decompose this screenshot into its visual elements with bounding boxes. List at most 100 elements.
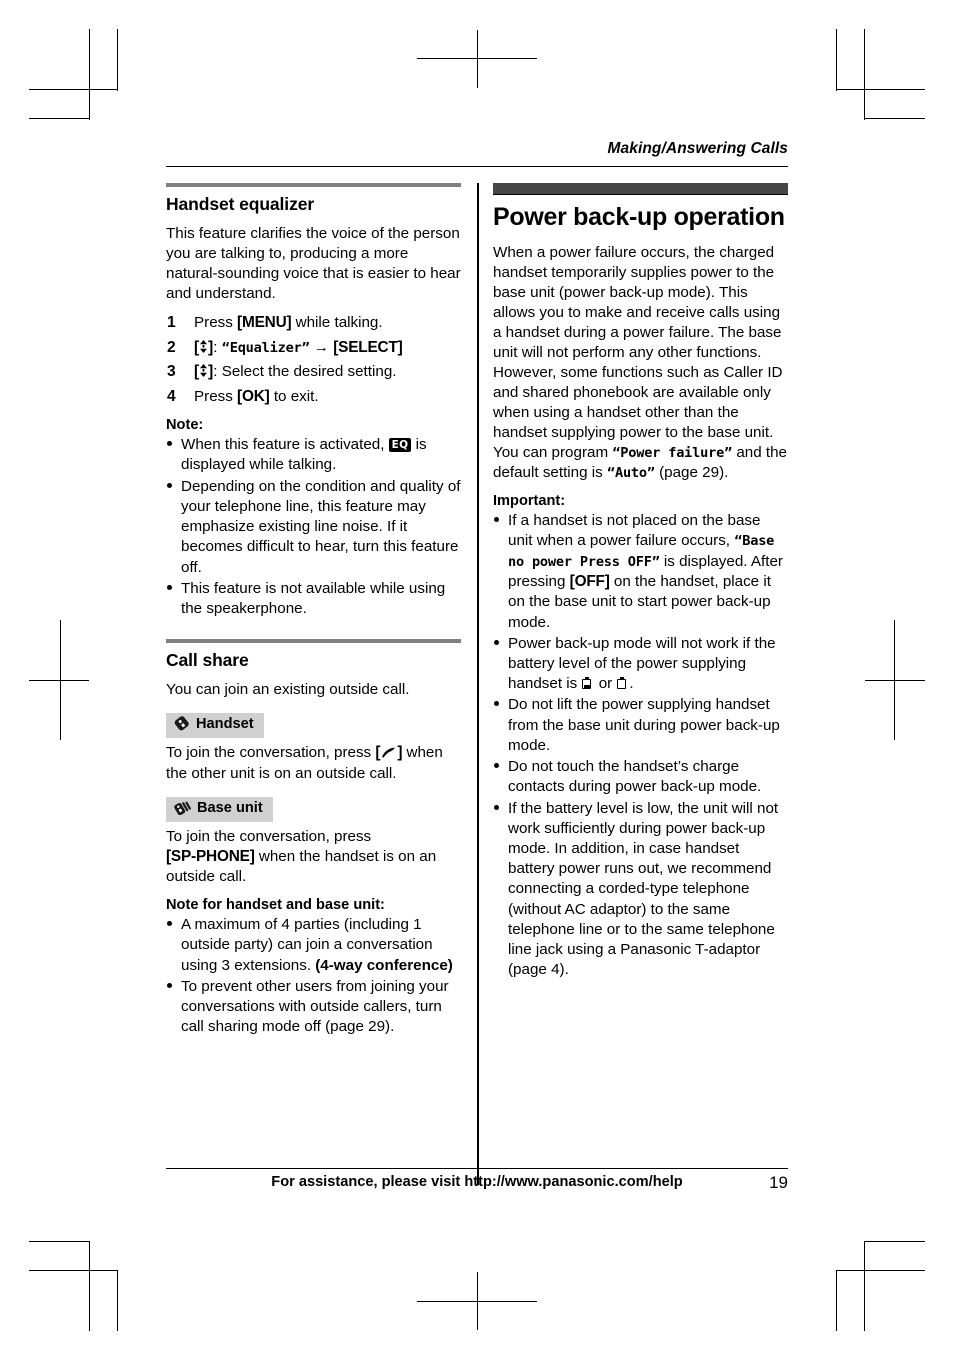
note-text-bold: (4-way conference) — [315, 956, 453, 974]
page-number: 19 — [769, 1173, 788, 1192]
step-item: 4 Press [OK] to exit. — [166, 387, 461, 407]
note-text-pre: When this feature is activated, — [181, 436, 389, 454]
step-number: 3 — [167, 363, 176, 381]
list-item: To prevent other users from joining your… — [166, 977, 461, 1038]
heading-power-backup-operation: Power back-up operation — [493, 203, 785, 231]
crop-mark-bl-v2 — [117, 1270, 118, 1331]
list-item: Do not touch the handset’s charge contac… — [493, 757, 788, 797]
list-item: Depending on the condition and quality o… — [166, 477, 461, 578]
handset-equalizer-steps: 1 Press [MENU] while talking. 2 []: “Equ… — [166, 313, 461, 407]
section-rule-handset-equalizer — [166, 183, 461, 187]
bullet-dot-icon — [167, 441, 172, 447]
crop-mark-tr-v2 — [864, 29, 865, 120]
important-text-mid: or — [594, 675, 617, 693]
footer-inner: For assistance, please visit http://www.… — [166, 1173, 788, 1196]
navigator-key-icon: [] — [194, 338, 214, 356]
base-text-pre: To join the conversation, press — [166, 827, 372, 845]
crop-mark-ml-h — [29, 680, 89, 681]
bullet-dot-icon — [167, 921, 172, 927]
step-text-post: to exit. — [269, 387, 319, 405]
header-rule — [166, 166, 788, 167]
crop-mark-tr-h2 — [864, 118, 925, 119]
page-footer: For assistance, please visit http://www.… — [166, 1168, 788, 1208]
power-backup-intro: When a power failure occurs, the charged… — [493, 243, 788, 484]
key-ok: [OK] — [237, 387, 270, 405]
important-text: Do not lift the power supplying handset … — [508, 696, 780, 754]
badge-handset-label: Handset — [196, 716, 254, 733]
bullet-dot-icon — [167, 584, 172, 590]
note-text: Depending on the condition and quality o… — [181, 477, 461, 576]
intro-part-3: (page 29). — [654, 464, 729, 482]
crop-mark-tl-h2 — [29, 118, 90, 119]
crop-mark-tl-v2 — [117, 29, 118, 91]
power-backup-important-list: If a handset is not placed on the base u… — [493, 511, 788, 980]
list-item: If the battery level is low, the unit wi… — [493, 799, 788, 981]
badge-base-unit-label: Base unit — [197, 799, 263, 816]
list-item: Power back-up mode will not work if the … — [493, 634, 788, 695]
step-number: 4 — [167, 387, 176, 405]
crop-mark-tc-h — [417, 58, 537, 59]
crop-mark-tr-h1 — [836, 89, 925, 90]
two-column-body: Handset equalizer This feature clarifies… — [166, 183, 788, 1185]
section-rule-power-backup — [493, 183, 788, 194]
step-item: 1 Press [MENU] while talking. — [166, 313, 461, 333]
lcd-equalizer: “Equalizer” — [221, 339, 310, 356]
crop-mark-bl-v1 — [89, 1241, 90, 1331]
navigator-key-icon: [] — [194, 363, 214, 381]
crop-mark-br-h1 — [864, 1241, 925, 1242]
lcd-power-failure: “Power failure” — [612, 445, 733, 462]
key-sp-phone: [SP-PHONE] — [166, 847, 255, 865]
heading-call-share: Call share — [166, 650, 249, 671]
step-arrow: → — [309, 338, 334, 356]
step-text-post: while talking. — [291, 314, 383, 332]
key-menu: [MENU] — [237, 314, 292, 332]
bullet-dot-icon — [494, 804, 499, 810]
bullet-dot-icon — [494, 763, 499, 769]
bullet-dot-icon — [494, 701, 499, 707]
important-text-pre: If a handset is not placed on the base u… — [508, 512, 761, 550]
crop-mark-tr-v1 — [836, 29, 837, 91]
call-share-intro: You can join an existing outside call. — [166, 681, 410, 699]
key-off: [OFF] — [569, 572, 610, 590]
crop-mark-tl-h1 — [29, 89, 118, 90]
key-talk-offhook: [] — [375, 744, 403, 762]
step-number: 1 — [167, 314, 176, 332]
badge-handset: Handset — [166, 713, 264, 739]
key-select: [SELECT] — [333, 338, 403, 356]
list-item: If a handset is not placed on the base u… — [493, 511, 788, 633]
crop-mark-br-v2 — [836, 1270, 837, 1331]
heading-handset-equalizer: Handset equalizer — [166, 194, 315, 214]
list-item: This feature is not available while usin… — [166, 579, 461, 619]
call-share-base-text: To join the conversation, press [SP-PHON… — [166, 827, 461, 887]
call-share-handset-text: To join the conversation, press [] when … — [166, 743, 461, 783]
note-label: Note: — [166, 417, 204, 434]
list-item: When this feature is activated, EQ is di… — [166, 435, 461, 475]
crop-mark-bc-h — [417, 1301, 537, 1302]
handset-equalizer-intro: This feature clarifies the voice of the … — [166, 225, 461, 303]
important-text-pre: Power back-up mode will not work if the … — [508, 634, 776, 693]
crop-mark-br-h2 — [836, 1270, 925, 1271]
step-colon: : — [213, 338, 222, 356]
note-text: To prevent other users from joining your… — [181, 977, 449, 1036]
bullet-dot-icon — [167, 982, 172, 988]
eq-display-icon: EQ — [388, 438, 412, 453]
handset-text-pre: To join the conversation, press — [166, 744, 376, 762]
call-share-notes: A maximum of 4 parties (including 1 outs… — [166, 915, 461, 1037]
important-text: Do not touch the handset’s charge contac… — [508, 758, 762, 796]
section-rule-call-share — [166, 639, 461, 644]
important-text-post: . — [629, 675, 634, 693]
step-item: 3 []: Select the desired setting. — [166, 362, 461, 382]
bullet-dot-icon — [494, 517, 499, 523]
intro-part-1: When a power failure occurs, the charged… — [493, 243, 783, 462]
step-text-pre: Press — [194, 314, 238, 332]
note-text: This feature is not available while usin… — [181, 579, 446, 617]
crop-mark-tl-v1 — [89, 29, 90, 120]
important-label: Important: — [493, 493, 566, 510]
handset-equalizer-notes: When this feature is activated, EQ is di… — [166, 435, 461, 619]
page-header: Making/Answering Calls — [166, 140, 788, 172]
step-item: 2 []: “Equalizer” → [SELECT] — [166, 338, 461, 358]
crop-mark-bl-h1 — [29, 1241, 90, 1242]
battery-low-icon — [582, 677, 593, 690]
step-number: 2 — [167, 338, 176, 356]
footer-assistance-text: For assistance, please visit http://www.… — [271, 1174, 683, 1190]
